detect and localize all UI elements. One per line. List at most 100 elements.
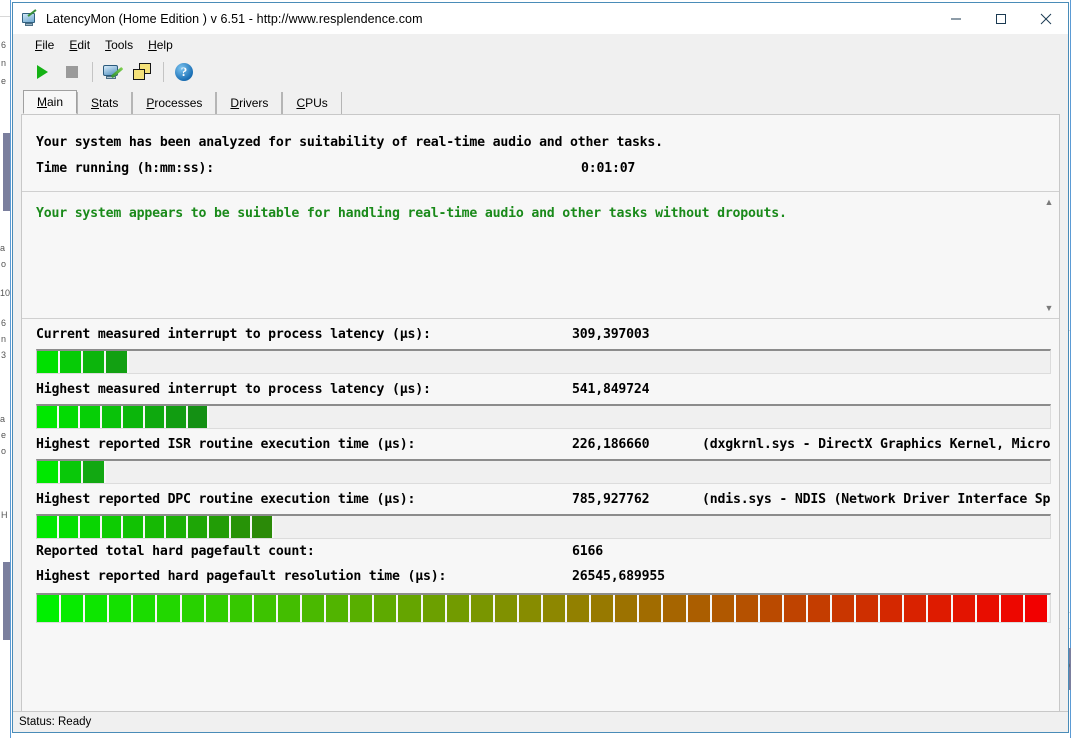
toolbar: ? [13, 55, 1068, 88]
gradient-segment [350, 595, 375, 622]
tab-drivers[interactable]: Drivers [216, 92, 283, 114]
highest-isr-execution-time-source: (dxgkrnl.sys - DirectX Graphics Kernel, … [702, 436, 1051, 452]
bar-segment [252, 516, 274, 538]
gradient-segment [109, 595, 134, 622]
title-bar[interactable]: LatencyMon (Home Edition ) v 6.51 - http… [13, 3, 1068, 34]
gradient-segment [181, 595, 206, 622]
bg-fragment: H [1, 510, 8, 520]
gradient-segment [808, 595, 833, 622]
cascade-windows-button[interactable] [128, 58, 158, 86]
bar-segment [58, 406, 80, 428]
tab-main[interactable]: Main [23, 90, 78, 114]
verdict-panel: Your system appears to be suitable for h… [22, 192, 1059, 319]
maximize-button[interactable] [978, 3, 1023, 34]
menu-item-tools[interactable]: Tools [99, 36, 142, 54]
menu-item-file[interactable]: File [29, 36, 63, 54]
status-text: Status: Ready [19, 716, 92, 728]
bar-segment [166, 516, 188, 538]
bg-left-border [10, 0, 11, 738]
tab-strip: Main Stats Processes Drivers C PUs [13, 88, 1068, 114]
pagefault-resolution-value: 26545,689955 [572, 569, 665, 584]
current-interrupt-latency: Current measured interrupt to process la… [22, 319, 1059, 374]
bg-fragment: 6 [1, 40, 7, 50]
highest-interrupt-latency-value: 541,849724 [572, 381, 650, 397]
gradient-segment [253, 595, 278, 622]
highest-dpc-execution-time-value: 785,927762 [572, 491, 650, 507]
highest-interrupt-latency-row: Highest measured interrupt to process la… [36, 374, 1059, 404]
gradient-segment [518, 595, 543, 622]
current-interrupt-latency-label: Current measured interrupt to process la… [36, 326, 431, 342]
verdict-text: Your system appears to be suitable for h… [36, 206, 787, 221]
pagefault-count-label: Reported total hard pagefault count: [36, 544, 315, 559]
gradient-segment [422, 595, 447, 622]
scroll-up-icon[interactable]: ▲ [1041, 194, 1057, 210]
bar-segment [80, 516, 102, 538]
bg-fragment: 10 [0, 288, 11, 298]
menu-item-edit[interactable]: Edit [63, 36, 99, 54]
help-button[interactable]: ? [169, 58, 199, 86]
current-interrupt-latency-value: 309,397003 [572, 326, 650, 342]
bar-segment [101, 516, 123, 538]
window-controls [933, 3, 1068, 34]
bg-fragment: a [0, 243, 6, 253]
bar-segment [60, 461, 83, 483]
stop-icon [66, 65, 78, 78]
close-button[interactable] [1023, 3, 1068, 34]
highest-isr-execution-time-label: Highest reported ISR routine execution t… [36, 436, 416, 452]
pagefault-resolution-label: Highest reported hard pagefault resoluti… [36, 569, 447, 584]
analysis-line-row: Your system has been analyzed for suitab… [36, 129, 1059, 155]
toolbar-separator-1 [92, 61, 93, 82]
app-icon [21, 8, 37, 27]
bar-segment [166, 406, 188, 428]
menu-bar: File Edit Tools Help [13, 34, 1068, 55]
gradient-segment [398, 595, 423, 622]
highest-dpc-execution-time-row: Highest reported DPC routine execution t… [36, 484, 1059, 514]
bar-segment [37, 351, 60, 373]
highest-isr-execution-time-bar [36, 459, 1051, 484]
bar-segment [187, 406, 209, 428]
gradient-segment [1000, 595, 1025, 622]
gradient-segment [687, 595, 712, 622]
bg-fragment: e [1, 76, 7, 86]
gradient-segment [783, 595, 808, 622]
bar-segment [209, 516, 231, 538]
gradient-segment [928, 595, 953, 622]
monitor-pen-icon [103, 62, 124, 82]
minimize-button[interactable] [933, 3, 978, 34]
pagefault-section: Reported total hard pagefault count: 616… [22, 539, 1059, 589]
gradient-segment [229, 595, 254, 622]
gradient-segment [615, 595, 640, 622]
menu-item-help[interactable]: Help [142, 36, 182, 54]
options-button[interactable] [98, 58, 128, 86]
pagefault-count-row: Reported total hard pagefault count: 616… [36, 539, 1059, 564]
highest-dpc-execution-time-bar [36, 514, 1051, 539]
window-title: LatencyMon (Home Edition ) v 6.51 - http… [46, 11, 423, 26]
tab-cpus[interactable]: C PUs [282, 92, 342, 114]
tab-stats[interactable]: Stats [77, 92, 133, 114]
time-running-label: Time running (h:mm:ss): [36, 160, 215, 176]
bg-fragment: a [0, 414, 6, 424]
gradient-segment [856, 595, 881, 622]
verdict-scrollbar[interactable]: ▲ ▼ [1041, 194, 1057, 316]
stop-button[interactable] [57, 58, 87, 86]
tab-processes[interactable]: Processes [132, 92, 217, 114]
scroll-down-icon[interactable]: ▼ [1041, 300, 1057, 316]
bar-segment [144, 406, 166, 428]
highest-isr-execution-time: Highest reported ISR routine execution t… [22, 429, 1059, 484]
bg-right-border [1070, 0, 1071, 738]
bar-segment [101, 406, 123, 428]
bg-fragment: e [1, 430, 7, 440]
start-button[interactable] [27, 58, 57, 86]
status-bar: Status: Ready [13, 711, 1068, 732]
bar-segment [37, 516, 59, 538]
highest-isr-execution-time-value: 226,186660 [572, 436, 650, 452]
gradient-segment [832, 595, 857, 622]
main-content: Your system has been analyzed for suitab… [21, 114, 1060, 711]
latencymon-window: LatencyMon (Home Edition ) v 6.51 - http… [12, 2, 1069, 733]
gradient-segment [759, 595, 784, 622]
gradient-segment [205, 595, 230, 622]
highest-interrupt-latency-label: Highest measured interrupt to process la… [36, 381, 431, 397]
gradient-segment [639, 595, 664, 622]
gradient-segment [904, 595, 929, 622]
gradient-segment [374, 595, 399, 622]
